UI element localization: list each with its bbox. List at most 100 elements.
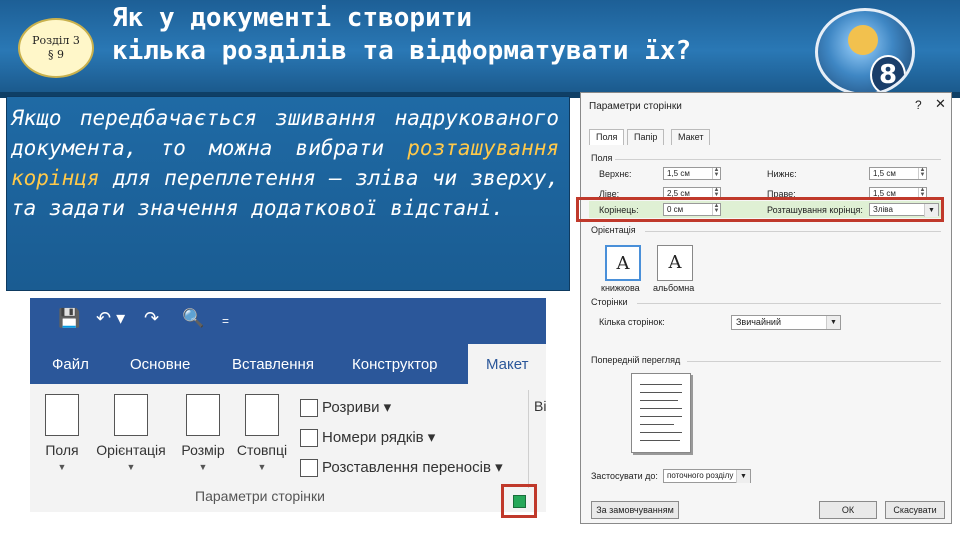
ok-button[interactable]: ОК: [819, 501, 877, 519]
tab-home[interactable]: Основне: [130, 356, 190, 373]
preview-line: [640, 384, 682, 385]
top-margin-field[interactable]: 1,5 см ▲ ▼: [663, 167, 721, 180]
slide-title: Як у документі створити кілька розділів …: [112, 2, 792, 68]
columns-label: Стовпці: [236, 442, 288, 458]
landscape-icon[interactable]: A: [657, 245, 693, 281]
chevron-down-icon: ▼: [57, 462, 67, 472]
chevron-down-icon: ▼: [257, 462, 267, 472]
line-numbers-icon: [300, 429, 318, 448]
badge-chapter: Розділ 3: [32, 34, 80, 47]
top-margin-value: 1,5 см: [667, 169, 690, 178]
orientation-label: Орієнтація: [96, 442, 166, 458]
margins-label: Поля: [45, 442, 79, 458]
line-numbers-button[interactable]: Номери рядків ▾: [300, 428, 435, 448]
dialog-title: Параметри сторінки: [589, 101, 682, 112]
title-line-1: Як у документі створити: [112, 3, 473, 33]
apply-to-label: Застосувати до:: [591, 471, 658, 481]
tab-layout[interactable]: Макет: [468, 344, 546, 384]
portrait-icon[interactable]: A: [605, 245, 641, 281]
orientation-icon: [114, 394, 148, 436]
apply-to-value: поточного розділу: [667, 471, 734, 480]
word-ribbon: 💾 ↶ ▾ ↷ 🔍 = Файл Основне Вставлення Конс…: [30, 298, 546, 512]
margins-button[interactable]: Поля ▼: [30, 394, 94, 476]
highlight-frame-launcher: [501, 484, 537, 518]
divider: [645, 231, 941, 232]
explanation-text: Якщо передбачається зшивання надруковано…: [11, 103, 559, 223]
quick-access-toolbar: 💾 ↶ ▾ ↷ 🔍 =: [30, 298, 546, 344]
section-badge: Розділ 3 § 9: [18, 18, 94, 78]
preview-line: [640, 424, 674, 425]
help-icon[interactable]: ?: [915, 98, 922, 112]
dialog-tab-paper[interactable]: Папір: [627, 129, 665, 145]
portrait-label: книжкова: [601, 283, 640, 293]
columns-button[interactable]: Стовпці ▼: [232, 394, 292, 476]
breaks-button[interactable]: Розриви ▾: [300, 398, 391, 418]
customize-toolbar-icon[interactable]: =: [222, 314, 229, 328]
close-icon[interactable]: ✕: [935, 96, 946, 112]
badge-paragraph: § 9: [48, 48, 64, 61]
chevron-down-icon: ▼: [198, 462, 208, 472]
print-preview-icon[interactable]: 🔍: [182, 308, 204, 329]
dialog-tab-margins[interactable]: Поля: [589, 129, 625, 145]
size-label: Розмір: [181, 442, 225, 458]
size-icon: [186, 394, 220, 436]
tab-design[interactable]: Конструктор: [352, 356, 438, 373]
sun-icon: [848, 25, 878, 55]
grade-logo: 8: [815, 8, 915, 96]
columns-icon: [245, 394, 279, 436]
chevron-down-icon: ▼: [126, 462, 136, 472]
preview-line: [640, 432, 682, 433]
multiple-pages-select[interactable]: Звичайний ▼: [731, 315, 841, 330]
preview-line: [640, 392, 682, 393]
preview-line: [640, 400, 678, 401]
tab-insert[interactable]: Вставлення: [232, 356, 314, 373]
multiple-pages-value: Звичайний: [736, 317, 781, 327]
section-orientation: Орієнтація: [591, 225, 636, 235]
top-margin-label: Верхнє:: [599, 169, 632, 179]
preview-line: [640, 440, 680, 441]
cancel-button[interactable]: Скасувати: [885, 501, 945, 519]
spinner-icon[interactable]: ▲ ▼: [918, 167, 926, 179]
line-numbers-label: Номери рядків: [322, 429, 424, 446]
section-margins: Поля: [591, 153, 613, 163]
hyphenation-label: Розставлення переносів: [322, 459, 491, 476]
bottom-margin-label: Нижнє:: [767, 169, 797, 179]
chevron-down-icon[interactable]: ▼: [826, 316, 840, 329]
page-setup-dialog: Параметри сторінки ? ✕ Поля Папір Макет …: [580, 92, 952, 524]
next-group-label: Ві: [534, 398, 546, 414]
spinner-icon[interactable]: ▲ ▼: [712, 167, 720, 179]
divider: [615, 159, 941, 160]
hyphenation-icon: [300, 459, 318, 478]
dialog-launcher-icon[interactable]: [513, 495, 526, 508]
breaks-label: Розриви: [322, 399, 380, 416]
divider: [637, 303, 941, 304]
landscape-label: альбомна: [653, 283, 695, 293]
set-as-default-button[interactable]: За замовчуванням: [591, 501, 679, 519]
save-icon[interactable]: 💾: [58, 308, 80, 329]
page-preview: [631, 373, 691, 453]
page-setup-group-label: Параметри сторінки: [195, 488, 325, 504]
bottom-margin-field[interactable]: 1,5 см ▲ ▼: [869, 167, 927, 180]
size-button[interactable]: Розмір ▼: [174, 394, 232, 476]
hyphenation-button[interactable]: Розставлення переносів ▾: [300, 458, 503, 478]
ribbon-tabs: Файл Основне Вставлення Конструктор Маке…: [30, 344, 546, 384]
tab-file[interactable]: Файл: [52, 356, 89, 373]
grade-number: 8: [870, 55, 906, 93]
explanation-box: Якщо передбачається зшивання надруковано…: [6, 96, 570, 291]
margins-icon: [45, 394, 79, 436]
highlight-frame-gutter: [576, 197, 944, 222]
undo-icon[interactable]: ↶ ▾: [96, 308, 125, 329]
section-pages: Сторінки: [591, 297, 628, 307]
preview-line: [640, 416, 682, 417]
section-preview: Попередній перегляд: [591, 355, 681, 365]
divider: [687, 361, 941, 362]
dialog-tab-layout[interactable]: Макет: [671, 129, 711, 145]
redo-icon[interactable]: ↷: [144, 308, 159, 329]
group-separator: [528, 390, 529, 488]
chevron-down-icon[interactable]: ▼: [736, 470, 750, 483]
bottom-margin-value: 1,5 см: [873, 169, 896, 178]
title-line-2: кілька розділів та відформатувати їх?: [112, 36, 692, 66]
breaks-icon: [300, 399, 318, 418]
orientation-button[interactable]: Орієнтація ▼: [92, 394, 170, 476]
apply-to-select[interactable]: поточного розділу ▼: [663, 469, 751, 483]
